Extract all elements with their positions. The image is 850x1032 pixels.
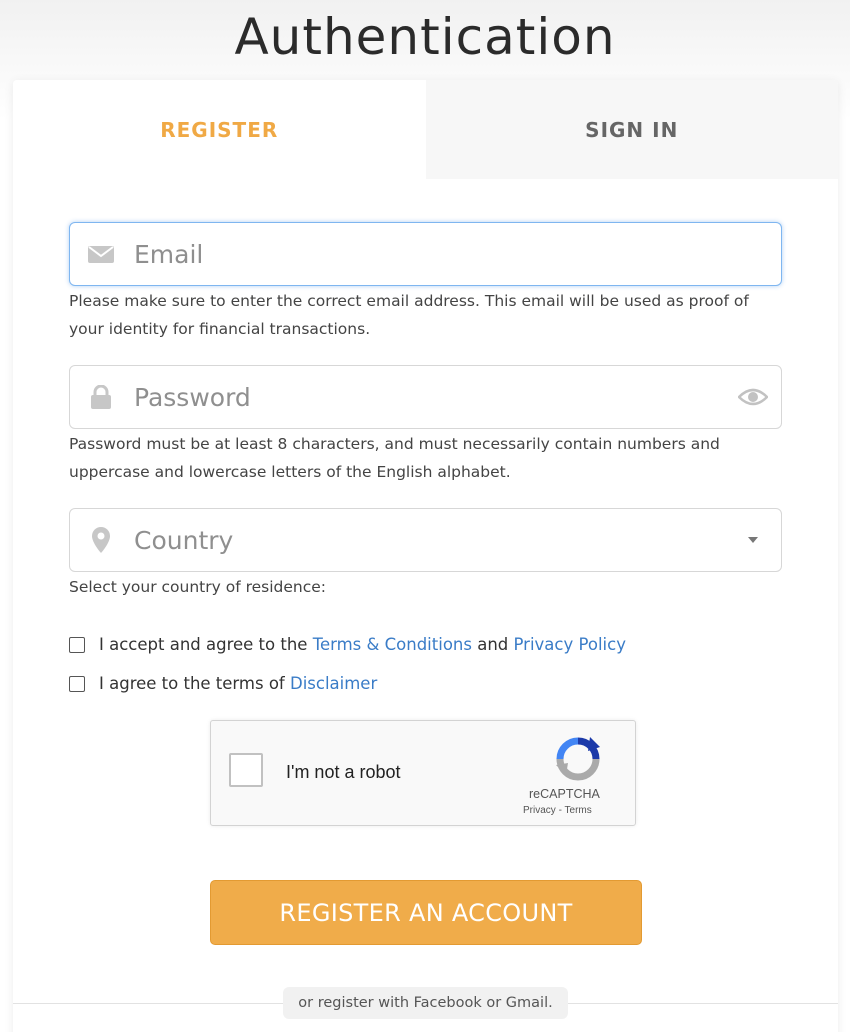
envelope-icon — [70, 244, 132, 264]
privacy-link[interactable]: Privacy Policy — [514, 635, 626, 654]
tab-register[interactable]: REGISTER — [13, 80, 426, 179]
email-field[interactable] — [69, 222, 782, 286]
country-select[interactable] — [69, 508, 782, 572]
password-input[interactable] — [132, 376, 725, 418]
recaptcha-terms-link[interactable]: Terms — [565, 805, 592, 816]
disclaimer-prefix: I agree to the terms of — [99, 674, 285, 693]
lock-icon — [70, 385, 132, 409]
password-hint: Password must be at least 8 characters, … — [69, 435, 720, 481]
recaptcha-links: Privacy - Terms — [523, 805, 633, 816]
terms-row: I accept and agree to the Terms & Condit… — [69, 635, 626, 654]
terms-and: and — [477, 635, 509, 654]
recaptcha-separator: - — [555, 805, 565, 816]
terms-checkbox[interactable] — [69, 636, 85, 653]
disclaimer-link[interactable]: Disclaimer — [290, 674, 377, 693]
caret-down-icon[interactable] — [725, 537, 781, 543]
tab-sign-in[interactable]: SIGN IN — [425, 80, 838, 179]
map-pin-icon — [70, 527, 132, 553]
register-account-button[interactable]: REGISTER AN ACCOUNT — [210, 880, 642, 945]
terms-prefix: I accept and agree to the — [99, 635, 308, 654]
auth-tabs: REGISTER SIGN IN — [13, 80, 838, 179]
auth-card: REGISTER SIGN IN Please make sure to ent… — [13, 80, 838, 1032]
recaptcha-brand: reCAPTCHA — [529, 787, 600, 801]
email-hint: Please make sure to enter the correct em… — [69, 292, 749, 338]
country-hint: Select your country of residence: — [69, 578, 327, 596]
recaptcha-privacy-link[interactable]: Privacy — [523, 805, 556, 816]
eye-icon[interactable] — [725, 387, 781, 407]
password-field[interactable] — [69, 365, 782, 429]
page-title: Authentication — [234, 8, 616, 66]
page: Authentication REGISTER SIGN IN Please m… — [0, 0, 850, 1032]
recaptcha-logo-icon — [554, 735, 602, 783]
recaptcha-checkbox[interactable] — [229, 753, 263, 787]
disclaimer-row: I agree to the terms of Disclaimer — [69, 674, 377, 693]
disclaimer-checkbox[interactable] — [69, 675, 85, 692]
country-input[interactable] — [132, 519, 725, 561]
social-register-text: or register with Facebook or Gmail. — [283, 987, 568, 1019]
terms-link[interactable]: Terms & Conditions — [313, 635, 472, 654]
email-input[interactable] — [132, 233, 781, 275]
recaptcha-widget: I'm not a robot reCAPTCHA Privacy - Term… — [210, 720, 636, 826]
recaptcha-label: I'm not a robot — [286, 762, 401, 782]
